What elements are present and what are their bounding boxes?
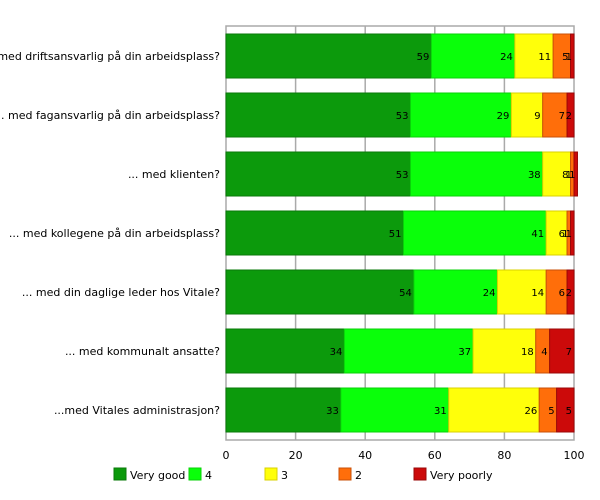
value-label: 18 [521, 347, 534, 358]
category-label: ... med din daglige leder hos Vitale? [22, 286, 220, 299]
category-labels: ... med driftsansvarlig på din arbeidspl… [0, 50, 220, 417]
bar-segment [340, 387, 450, 433]
value-label: 5 [548, 406, 554, 417]
category-label: ...med Vitales administrasjon? [54, 404, 220, 417]
legend-swatch [264, 467, 278, 481]
legend-label: 4 [205, 469, 212, 482]
bar-segment [225, 210, 404, 256]
value-label: 59 [417, 52, 430, 63]
category-label: ... med kommunalt ansatte? [65, 345, 220, 358]
x-tick-label: 80 [497, 449, 511, 462]
legend-swatch [188, 467, 202, 481]
bar-segment [225, 33, 432, 79]
bar-segment [409, 151, 544, 197]
bar-segment [225, 269, 415, 315]
value-label: 29 [497, 111, 510, 122]
value-label: 41 [531, 229, 544, 240]
value-label: 4 [541, 347, 547, 358]
bars: 59 24 11 5153 29 9 7 253 38 81151 41 61154 24 14 6 234 3… [225, 33, 578, 433]
value-label: 53 [396, 111, 409, 122]
value-label: 1 [566, 52, 572, 63]
value-label: 24 [500, 52, 513, 63]
category-label: ... med driftsansvarlig på din arbeidspl… [0, 50, 220, 63]
value-label: 38 [528, 170, 541, 181]
legend-label: 3 [281, 469, 288, 482]
category-label: ... med klienten? [128, 168, 220, 181]
value-label: 2 [566, 111, 572, 122]
value-label: 33 [326, 406, 339, 417]
value-label: 51 [389, 229, 402, 240]
value-label: 7 [559, 111, 565, 122]
x-tick-label: 40 [358, 449, 372, 462]
x-axis-ticks: 0 20 40 60 80 100 [223, 449, 585, 462]
legend-swatch [338, 467, 352, 481]
x-tick-label: 60 [428, 449, 442, 462]
x-tick-label: 20 [289, 449, 303, 462]
value-label: 14 [531, 288, 544, 299]
value-label: 34 [330, 347, 343, 358]
value-label: 24 [483, 288, 496, 299]
bar-segment [343, 328, 474, 374]
bar-segment [225, 387, 342, 433]
legend-label: Very poorly [430, 469, 493, 482]
legend: Very good 4 3 2 Very poorly [113, 467, 493, 482]
value-label: 2 [566, 288, 572, 299]
value-label: 6 [559, 288, 565, 299]
value-label: 5 [566, 406, 572, 417]
legend-label: 2 [355, 469, 362, 482]
bar-segment [225, 92, 411, 138]
value-label: 9 [534, 111, 540, 122]
legend-label: Very good [130, 469, 185, 482]
bar-segment [225, 328, 345, 374]
x-tick-label: 0 [223, 449, 230, 462]
value-label: 31 [434, 406, 447, 417]
value-label: 11 [538, 52, 551, 63]
legend-swatch [413, 467, 427, 481]
value-label: 1 [569, 170, 575, 181]
stacked-bar-chart: 59 24 11 5153 29 9 7 253 38 81151 41 61154 24 14 6 234 3… [0, 25, 585, 482]
value-label: 26 [524, 406, 537, 417]
category-label: ... med fagansvarlig på din arbeidsplass… [0, 109, 220, 122]
value-label: 7 [566, 347, 572, 358]
category-label: ... med kollegene på din arbeidsplass? [9, 227, 220, 240]
x-tick-label: 100 [564, 449, 585, 462]
legend-swatch [113, 467, 127, 481]
value-label: 37 [458, 347, 471, 358]
value-label: 1 [566, 229, 572, 240]
value-label: 54 [399, 288, 412, 299]
bar-segment [402, 210, 547, 256]
value-label: 53 [396, 170, 409, 181]
bar-segment [225, 151, 411, 197]
